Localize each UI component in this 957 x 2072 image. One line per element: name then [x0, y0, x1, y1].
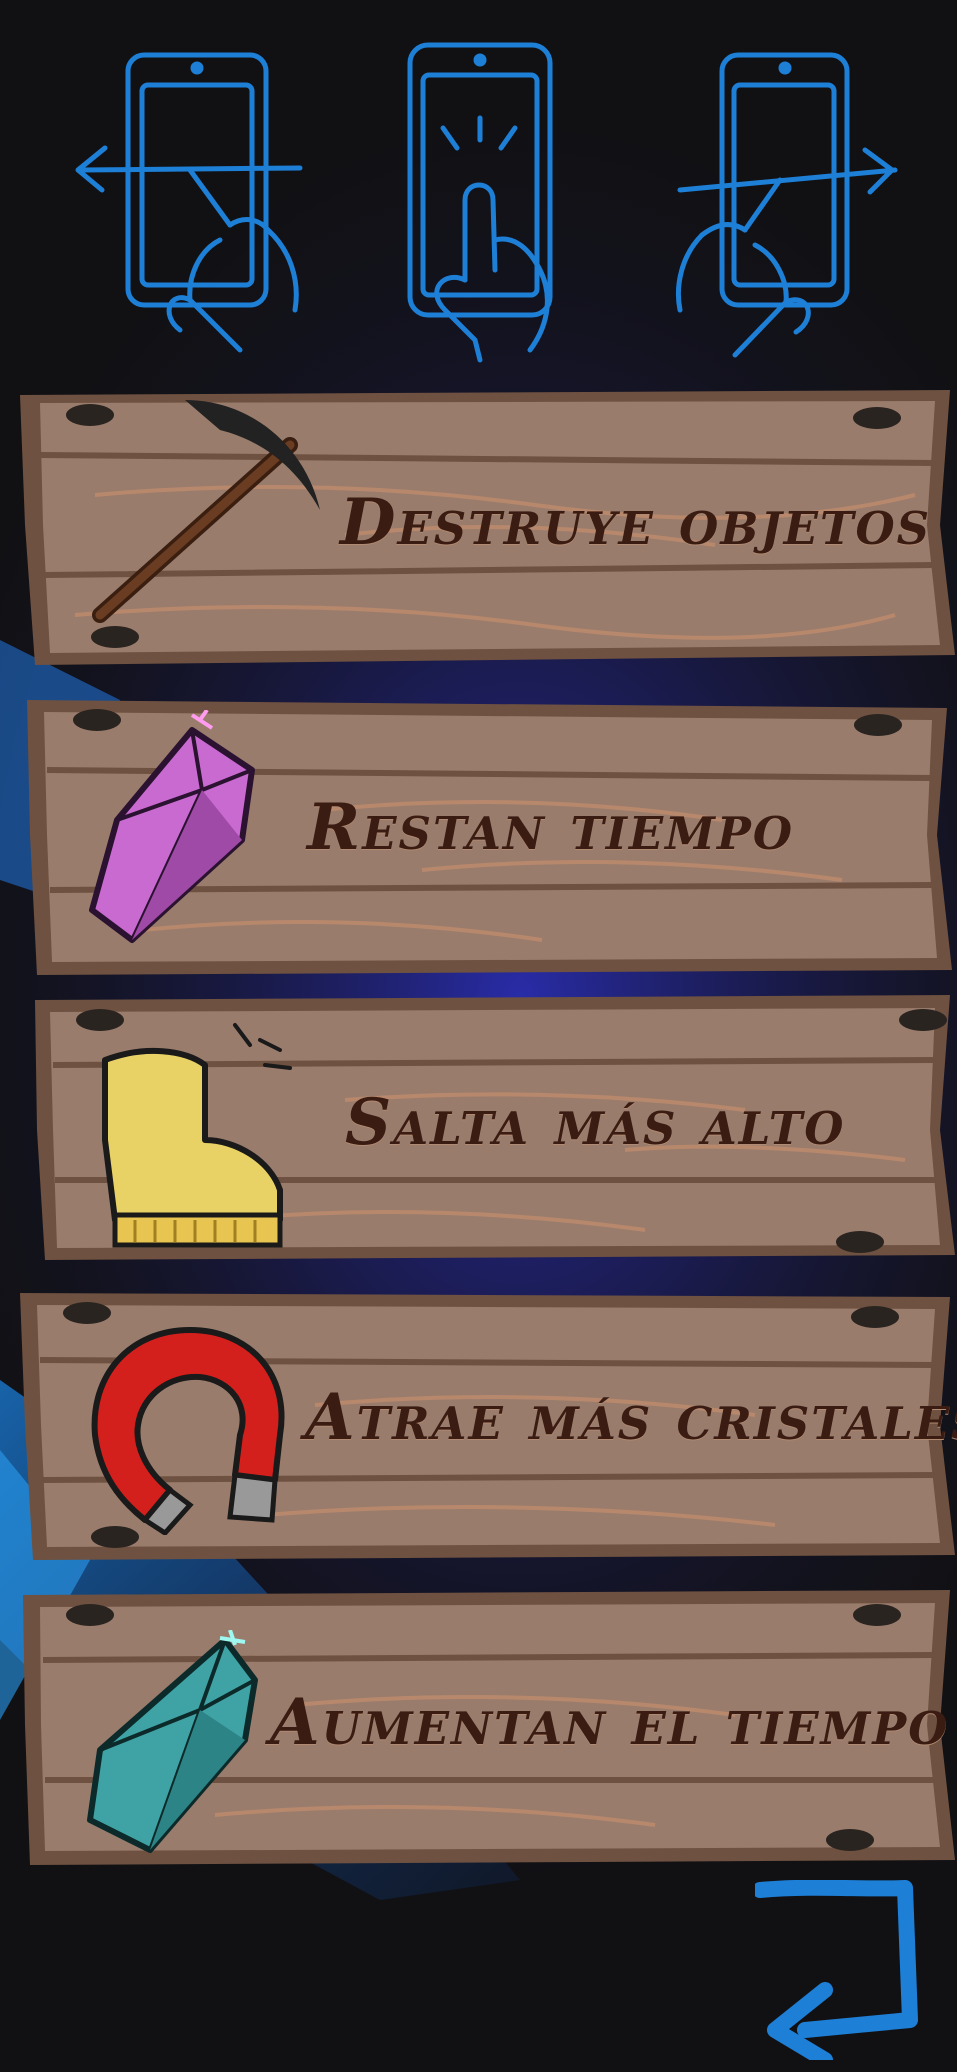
item-label: Destruye objetos [340, 485, 932, 560]
gesture-tutorial [0, 40, 957, 370]
item-row-jump: Salta más alto [25, 990, 955, 1265]
item-label: Aumentan el tiempo [270, 1685, 950, 1760]
phone-tap-icon [407, 42, 553, 363]
item-label: Atrae más cristales [305, 1380, 957, 1455]
teal-crystal-icon [87, 1630, 258, 1853]
pink-crystal-icon [89, 710, 255, 943]
pickaxe-icon [92, 400, 320, 623]
phone-swipe-right-icon [675, 52, 898, 358]
phone-swipe-left-icon [75, 52, 303, 353]
item-label: Restan tiempo [307, 790, 795, 865]
item-row-time-penalty: Restan tiempo [22, 690, 952, 980]
item-row-time-bonus: Aumentan el tiempo [15, 1585, 955, 1870]
item-row-destroy: Destruye objetos [15, 385, 955, 670]
boot-icon [102, 1023, 292, 1248]
return-arrow-icon[interactable] [755, 1880, 925, 2060]
item-row-magnet: Atrae más cristales [15, 1285, 957, 1565]
magnet-icon [91, 1327, 285, 1535]
item-label: Salta más alto [345, 1085, 846, 1160]
